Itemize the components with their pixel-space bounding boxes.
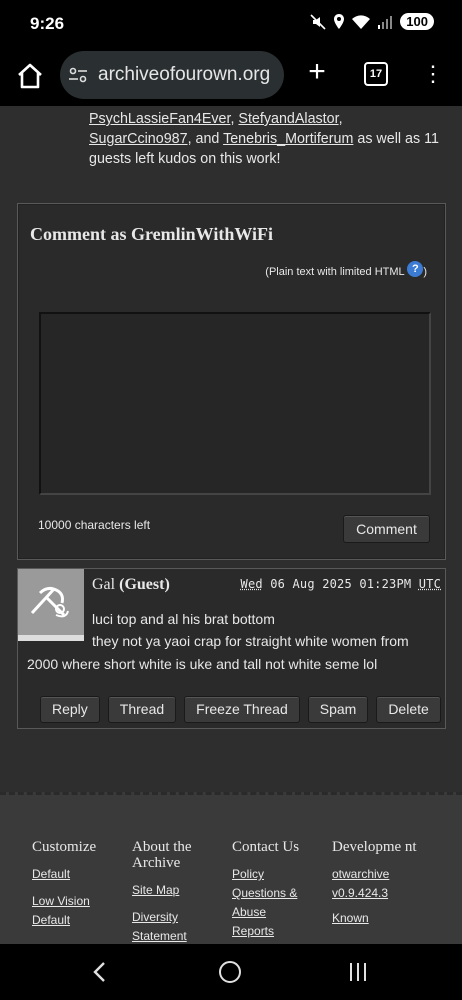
footer-link[interactable]: Abuse bbox=[232, 903, 324, 922]
comment-text-line: they not ya yaoi crap for straight white… bbox=[92, 633, 409, 649]
footer-link[interactable]: Statement bbox=[132, 927, 224, 944]
characters-left: 10000 characters left bbox=[38, 518, 151, 532]
footer-link[interactable]: Diversity bbox=[132, 908, 224, 927]
browser-toolbar: archiveofourown.org + 17 ⋮ bbox=[0, 48, 462, 106]
new-tab-icon[interactable]: + bbox=[302, 57, 332, 88]
mute-icon bbox=[310, 13, 326, 30]
footer-column-customize: Customize Default Low Vision Default bbox=[32, 839, 124, 930]
address-bar[interactable]: archiveofourown.org bbox=[60, 51, 284, 99]
freeze-thread-button[interactable]: Freeze Thread bbox=[184, 696, 300, 723]
footer-link[interactable]: otwarchive bbox=[332, 865, 424, 884]
kudos-user-link[interactable]: Tenebris_Mortiferum bbox=[223, 131, 353, 147]
more-menu-icon[interactable]: ⋮ bbox=[422, 60, 444, 90]
comment-date: Wed 06 Aug 2025 01:23PM UTC bbox=[240, 577, 441, 591]
comment-item: Gal (Guest) Wed 06 Aug 2025 01:23PM UTC … bbox=[17, 568, 446, 729]
page-content: PsychLassieFan4Ever, StefyandAlastor, Su… bbox=[0, 106, 462, 792]
wifi-icon bbox=[352, 14, 371, 29]
html-note: (Plain text with limited HTML ?) bbox=[265, 261, 427, 278]
kudos-user-link[interactable]: StefyandAlastor bbox=[238, 111, 338, 127]
home-nav-icon[interactable] bbox=[219, 961, 241, 983]
footer-column-contact: Contact Us Policy Questions & Abuse Repo… bbox=[232, 839, 324, 941]
kudos-user-link[interactable]: SugarCcino987 bbox=[89, 131, 188, 147]
footer-link[interactable]: Policy bbox=[232, 865, 324, 884]
footer-link[interactable]: Default bbox=[32, 911, 124, 930]
comment-text-line: luci top and al his brat bottom bbox=[92, 611, 275, 627]
back-icon[interactable] bbox=[92, 961, 106, 983]
comment-actions: Reply Thread Freeze Thread Spam Delete bbox=[40, 696, 441, 723]
footer-column-development: Developme nt otwarchive v0.9.424.3 Known bbox=[332, 839, 424, 928]
avatar bbox=[18, 569, 84, 641]
system-nav-bar bbox=[0, 944, 462, 1000]
footer-heading: About the Archive bbox=[132, 839, 192, 871]
footer-link[interactable]: Low Vision bbox=[32, 892, 124, 911]
reply-button[interactable]: Reply bbox=[40, 696, 100, 723]
thread-button[interactable]: Thread bbox=[107, 696, 177, 723]
signal-icon bbox=[378, 15, 393, 29]
footer-link[interactable]: v0.9.424.3 bbox=[332, 884, 424, 903]
footer-heading: Developme nt bbox=[332, 839, 417, 855]
comment-author: Gal (Guest) bbox=[92, 576, 170, 593]
comment-submit-button[interactable]: Comment bbox=[343, 515, 430, 543]
site-settings-icon[interactable] bbox=[68, 65, 88, 85]
url-text: archiveofourown.org bbox=[98, 64, 271, 85]
spam-button[interactable]: Spam bbox=[307, 696, 369, 723]
delete-button[interactable]: Delete bbox=[376, 696, 441, 723]
footer-link[interactable]: Questions & bbox=[232, 884, 324, 903]
battery-indicator: 100 bbox=[400, 13, 434, 30]
comment-text-line: 2000 where short white is uke and tall n… bbox=[27, 656, 378, 672]
footer-link[interactable]: Default bbox=[32, 865, 124, 884]
comment-form: Comment as GremlinWithWiFi (Plain text w… bbox=[17, 203, 446, 560]
help-icon[interactable]: ? bbox=[407, 261, 424, 277]
kudos-text: PsychLassieFan4Ever, StefyandAlastor, Su… bbox=[89, 111, 439, 167]
site-footer: Customize Default Low Vision Default Abo… bbox=[0, 792, 462, 944]
tab-switcher-button[interactable]: 17 bbox=[364, 62, 388, 86]
footer-heading: Customize bbox=[32, 839, 97, 855]
status-bar: 9:26 100 bbox=[0, 0, 462, 48]
guest-tag: (Guest) bbox=[119, 576, 170, 593]
footer-link[interactable]: Site Map bbox=[132, 881, 224, 900]
comment-username: GremlinWithWiFi bbox=[131, 224, 274, 244]
footer-link[interactable]: Reports bbox=[232, 922, 324, 941]
footer-link[interactable]: Known bbox=[332, 909, 424, 928]
status-icons: 100 bbox=[310, 13, 434, 30]
recent-apps-icon[interactable] bbox=[350, 963, 366, 981]
kudos-user-link[interactable]: PsychLassieFan4Ever bbox=[89, 111, 230, 127]
comment-textarea[interactable] bbox=[39, 312, 431, 495]
footer-column-about: About the Archive Site Map Diversity Sta… bbox=[132, 839, 224, 944]
footer-heading: Contact Us bbox=[232, 839, 300, 855]
guest-avatar-icon bbox=[30, 586, 69, 618]
location-icon bbox=[334, 13, 345, 29]
comment-form-heading: Comment as GremlinWithWiFi bbox=[30, 224, 274, 244]
status-time: 9:26 bbox=[30, 14, 65, 33]
home-icon[interactable] bbox=[14, 60, 46, 92]
